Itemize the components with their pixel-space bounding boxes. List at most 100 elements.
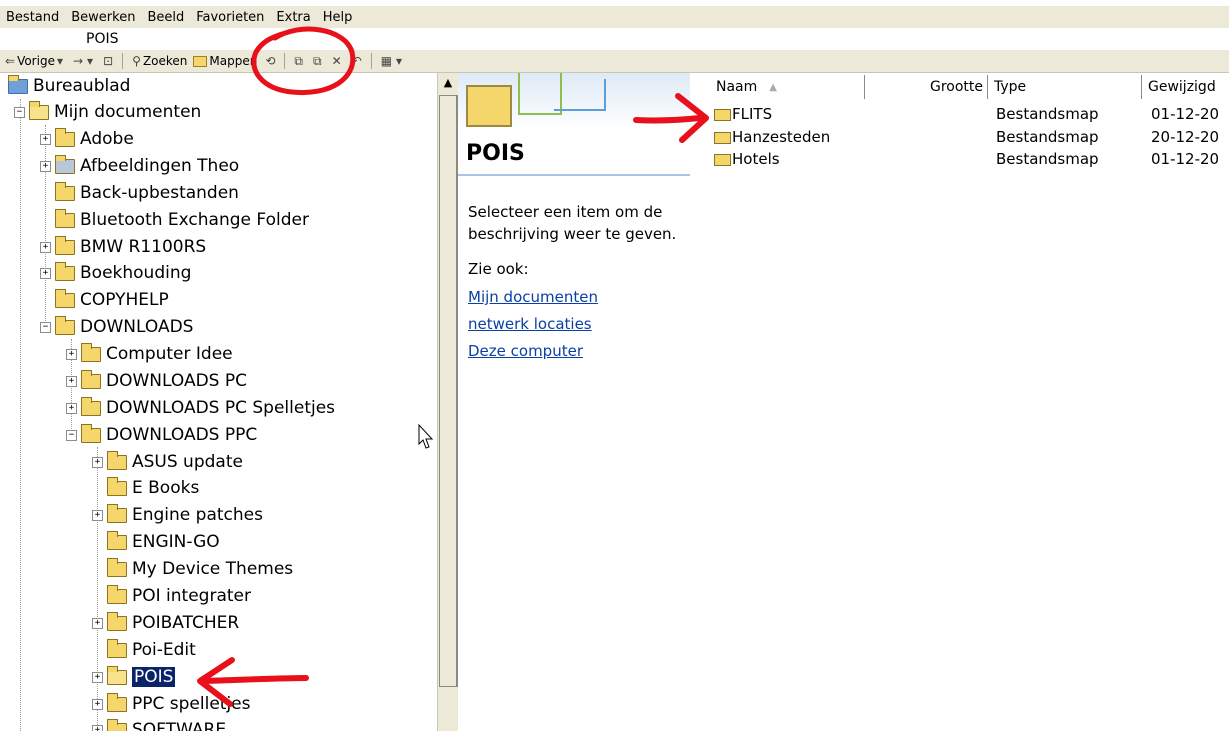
folder-tree[interactable]: Bureaublad − Mijn documenten + Adobe + A…	[0, 73, 437, 731]
file-name: Hotels	[732, 150, 780, 168]
link-network-places[interactable]: netwerk locaties	[468, 315, 592, 333]
tree-item-computer-idee[interactable]: + Computer Idee	[66, 341, 233, 367]
collapse-icon[interactable]: −	[40, 321, 51, 333]
tree-scrollbar[interactable]: ▲	[437, 73, 458, 731]
views-button[interactable]: ▦ ▾	[376, 54, 407, 68]
folder-icon	[107, 638, 127, 658]
link-my-documents[interactable]: Mijn documenten	[468, 288, 598, 306]
tree-item-ppc-spelletjes[interactable]: + PPC spelletjes	[92, 691, 251, 717]
file-row[interactable]: FLITS Bestandsmap 01-12-20	[714, 105, 1229, 125]
tree-item-label: Engine patches	[132, 505, 263, 525]
scroll-up-arrow-icon[interactable]: ▲	[440, 75, 456, 91]
tree-item-poi-integrater[interactable]: POI integrater	[92, 583, 251, 609]
forward-button[interactable]: → ▾	[68, 54, 98, 68]
tree-item-downloads-pc[interactable]: + DOWNLOADS PC	[66, 368, 247, 394]
file-modified: 01-12-20	[1151, 150, 1220, 168]
tree-item-label-selected: POIS	[132, 667, 176, 687]
file-list[interactable]: Naam ▲ Grootte Type Gewijzigd FLITS Best…	[690, 73, 1229, 731]
expand-icon[interactable]: +	[66, 348, 77, 360]
tree-item-adobe[interactable]: + Adobe	[40, 126, 134, 152]
expand-icon[interactable]: +	[40, 160, 51, 172]
move-to-button[interactable]: ⧉	[289, 54, 308, 69]
column-header-name[interactable]: Naam ▲	[710, 75, 865, 99]
scrollbar-thumb[interactable]	[439, 95, 458, 687]
dropdown-arrow-icon: ▾	[87, 54, 94, 68]
collapse-icon[interactable]: −	[66, 429, 77, 441]
collapse-icon[interactable]: −	[14, 106, 25, 118]
expand-icon[interactable]: +	[40, 267, 51, 279]
tree-item-downloads-ppc[interactable]: − DOWNLOADS PPC	[66, 422, 257, 448]
tree-item-afbeeldingen-theo[interactable]: + Afbeeldingen Theo	[40, 153, 239, 179]
menu-bewerken[interactable]: Bewerken	[65, 10, 141, 25]
history-icon: ⟲	[265, 54, 276, 68]
dropdown-arrow-icon: ▾	[56, 54, 63, 68]
tree-item-bmw[interactable]: + BMW R1100RS	[40, 234, 206, 260]
menu-favorieten[interactable]: Favorieten	[190, 10, 270, 25]
folders-label: Mappen	[209, 54, 258, 68]
tree-item-downloads[interactable]: − DOWNLOADS	[40, 314, 193, 340]
back-button[interactable]: ⇐ Vorige ▾	[0, 54, 68, 68]
tree-item-my-device-themes[interactable]: My Device Themes	[92, 556, 293, 582]
large-folder-icon	[466, 85, 512, 127]
see-also-label: Zie ook:	[468, 260, 529, 278]
tree-item-label: POIBATCHER	[132, 613, 240, 633]
expand-icon[interactable]: +	[66, 402, 77, 414]
expand-icon[interactable]: +	[92, 509, 103, 521]
expand-icon[interactable]: +	[92, 617, 103, 629]
expand-icon[interactable]: +	[92, 456, 103, 468]
link-my-computer[interactable]: Deze computer	[468, 342, 583, 360]
file-row[interactable]: Hanzesteden Bestandsmap 20-12-20	[714, 128, 1229, 148]
column-header-size[interactable]: Grootte	[865, 75, 988, 99]
tree-item-label: E Books	[132, 478, 200, 498]
tree-item-label: Bluetooth Exchange Folder	[80, 210, 309, 230]
tree-item-e-books[interactable]: E Books	[92, 475, 199, 501]
expand-icon[interactable]: +	[40, 241, 51, 253]
tree-item-desktop[interactable]: Bureaublad	[8, 73, 130, 99]
search-button[interactable]: ⚲ Zoeken	[127, 54, 190, 68]
menu-extra[interactable]: Extra	[270, 10, 316, 25]
tree-item-boekhouding[interactable]: + Boekhouding	[40, 260, 191, 286]
delete-button[interactable]: ✕	[327, 54, 347, 68]
forward-arrow-icon: →	[72, 54, 84, 68]
address-bar[interactable]: POIS	[0, 28, 790, 51]
task-pane-description: Selecteer een item om de beschrijving we…	[468, 203, 677, 243]
tree-item-copyhelp[interactable]: COPYHELP	[40, 287, 169, 313]
menu-help[interactable]: Help	[317, 10, 359, 25]
back-label: Vorige	[17, 54, 55, 68]
undo-button[interactable]: ↶	[347, 54, 367, 68]
tree-item-downloads-pc-spelletjes[interactable]: + DOWNLOADS PC Spelletjes	[66, 395, 335, 421]
tree-item-pois[interactable]: + POIS	[92, 664, 176, 690]
tree-item-my-documents[interactable]: − Mijn documenten	[14, 99, 201, 125]
tree-item-asus-update[interactable]: + ASUS update	[92, 449, 243, 475]
search-icon: ⚲	[132, 54, 141, 68]
expand-icon[interactable]: +	[92, 671, 103, 683]
tree-item-engine-patches[interactable]: + Engine patches	[92, 502, 263, 528]
column-header-type[interactable]: Type	[988, 75, 1142, 99]
banner-decoration	[554, 79, 606, 111]
file-row[interactable]: Hotels Bestandsmap 01-12-20	[714, 150, 1229, 170]
expand-icon[interactable]: +	[92, 698, 103, 710]
expand-icon[interactable]: +	[40, 133, 51, 145]
toolbar-separator	[284, 53, 286, 69]
copy-to-icon: ⧉	[312, 53, 322, 68]
pictures-folder-icon	[55, 154, 75, 174]
folder-icon	[55, 288, 75, 308]
menu-bestand[interactable]: Bestand	[0, 10, 65, 25]
column-header-modified[interactable]: Gewijzigd	[1142, 75, 1229, 99]
tree-item-back-upbestanden[interactable]: Back-upbestanden	[40, 180, 239, 206]
folders-button[interactable]: Mappen	[190, 54, 260, 68]
tree-item-software[interactable]: + SOFTWARE	[92, 717, 226, 731]
tree-item-bluetooth-exchange[interactable]: Bluetooth Exchange Folder	[40, 207, 309, 233]
menu-beeld[interactable]: Beeld	[141, 10, 190, 25]
expand-icon[interactable]: +	[66, 375, 77, 387]
tree-item-label: Back-upbestanden	[80, 183, 239, 203]
tree-item-label: Poi-Edit	[132, 640, 196, 660]
folder-icon	[81, 423, 101, 443]
up-folder-button[interactable]: ⊡	[98, 54, 118, 68]
tree-item-poi-edit[interactable]: Poi-Edit	[92, 637, 196, 663]
history-button[interactable]: ⟲	[260, 54, 280, 68]
copy-to-button[interactable]: ⧉	[308, 54, 327, 69]
tree-item-poibatcher[interactable]: + POIBATCHER	[92, 610, 239, 636]
expand-icon[interactable]: +	[92, 724, 103, 731]
tree-item-engin-go[interactable]: ENGIN-GO	[92, 529, 220, 555]
